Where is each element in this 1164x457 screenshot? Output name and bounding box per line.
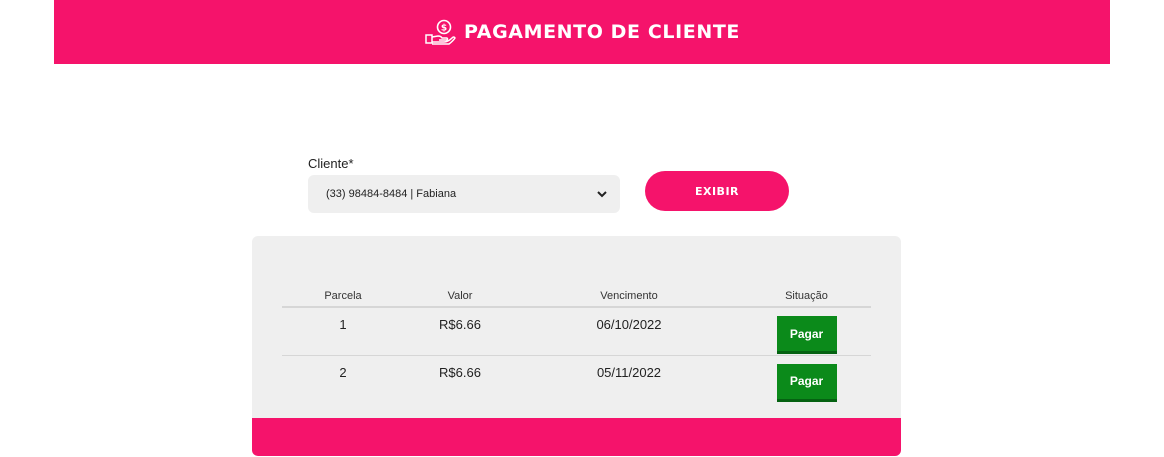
table-row: 2 R$6.66 05/11/2022 Pagar [282,355,871,403]
page-title: PAGAMENTO DE CLIENTE [463,21,740,43]
header-situacao: Situação [742,286,871,308]
cell-valor: R$6.66 [439,364,481,380]
svg-text:$: $ [441,24,447,34]
hand-coin-icon: $ [425,19,456,45]
installments-panel: Parcela Valor Vencimento Situação 1 R$6.… [252,236,901,456]
cell-parcela: 1 [282,307,404,356]
cell-vencimento: 05/11/2022 [596,364,662,380]
header-parcela: Parcela [282,286,404,308]
table-row: 1 R$6.66 06/10/2022 Pagar [282,307,871,356]
pay-button[interactable]: Pagar [776,363,837,402]
header-valor: Valor [404,286,516,308]
cell-valor: R$6.66 [404,307,516,356]
chevron-down-icon [597,191,607,198]
header-vencimento: Vencimento [516,286,742,308]
pay-button[interactable]: Pagar [776,316,837,354]
table-header-row: Parcela Valor Vencimento Situação [282,286,871,308]
client-label: Cliente* [308,156,354,171]
cell-parcela: 2 [339,364,347,380]
client-select-value: (33) 98484-8484 | Fabiana [326,188,457,200]
header-content: $ PAGAMENTO DE CLIENTE [424,19,740,45]
cell-situacao: Pagar [742,355,871,403]
client-select[interactable]: (33) 98484-8484 | Fabiana [308,175,620,213]
installments-table: Parcela Valor Vencimento Situação 1 R$6.… [282,286,871,403]
cell-vencimento: 06/10/2022 [516,307,742,356]
page-header: $ PAGAMENTO DE CLIENTE [54,0,1110,64]
exibir-button[interactable]: EXIBIR [645,171,789,211]
cell-situacao: Pagar [742,307,871,356]
panel-footer-bar [252,418,901,456]
